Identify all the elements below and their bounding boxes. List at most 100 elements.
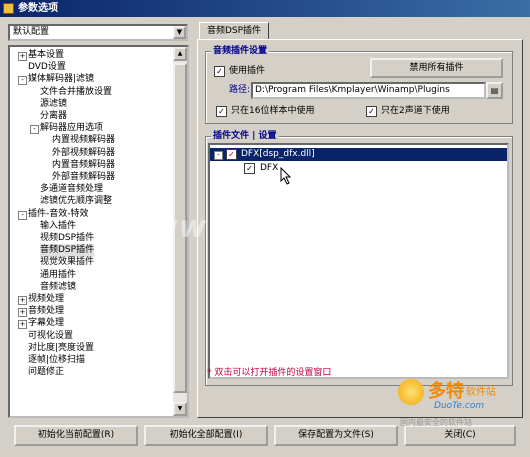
double-click-hint: * 双击可以打开插件的设置窗口 — [207, 368, 332, 378]
only-2ch-checkbox[interactable]: ✓ — [366, 106, 377, 117]
logo-url: DuoTe.com — [434, 401, 485, 411]
app-icon — [3, 3, 14, 14]
expand-icon[interactable]: + — [18, 320, 27, 330]
tree-item[interactable]: 内置音频解码器 — [52, 159, 115, 172]
tree-item[interactable]: 视频处理 — [28, 293, 64, 306]
chevron-down-icon[interactable]: ▼ — [173, 26, 186, 39]
disable-all-plugins-button[interactable]: 禁用所有插件 — [370, 58, 503, 78]
tree-item-label: 媒体解码器|滤镜 — [28, 74, 95, 85]
settings-group-title: 音频插件设置 — [211, 45, 270, 57]
tree-item[interactable]: 内置视频解码器 — [52, 134, 115, 147]
save-config-to-file-button[interactable]: 保存配置为文件(S) — [274, 425, 398, 446]
only-2ch-label: 只在2声道下使用 — [381, 106, 450, 116]
tree-item[interactable]: 音频DSP插件 — [40, 244, 95, 258]
tree-item[interactable]: 视频DSP插件 — [40, 232, 94, 245]
logo-slogan: 国内最安全的软件站 — [400, 418, 472, 427]
only-16bit-checkbox[interactable]: ✓ — [216, 106, 227, 117]
plugin-item-checkbox[interactable]: ✓ — [226, 149, 237, 160]
tree-item[interactable]: 字幕处理 — [28, 317, 64, 330]
use-plugin-label: 使用插件 — [229, 66, 266, 76]
plugin-item-label: DFX[dsp_dfx.dll] — [241, 149, 315, 159]
tree-item[interactable]: 文件合并播放设置 — [40, 86, 112, 99]
plugin-subitem-checkbox[interactable]: ✓ — [244, 163, 255, 174]
tree-item-label: 内置视频解码器 — [52, 135, 116, 146]
tree-item-label: 逐帧|位移扫描 — [28, 355, 86, 365]
use-plugin-checkbox[interactable]: ✓ — [214, 66, 225, 77]
tree-item-label: 字幕处理 — [28, 318, 65, 329]
plugin-list[interactable]: - ✓ DFX[dsp_dfx.dll] ✓ DFX — [208, 143, 509, 379]
init-all-config-button[interactable]: 初始化全部配置(I) — [144, 425, 268, 446]
tree-item[interactable]: 基本设置 — [28, 49, 64, 62]
path-input[interactable]: D:\Program Files\Kmplayer\Winamp\Plugins — [251, 82, 486, 99]
expand-icon[interactable]: + — [18, 296, 27, 305]
init-current-config-button[interactable]: 初始化当前配置(R) — [14, 425, 138, 446]
path-label: 路径: — [229, 85, 251, 95]
tree-item-label: 外部音频解码器 — [52, 172, 116, 182]
tree-item-label: 解码器应用选项 — [40, 123, 104, 134]
tree-item-label: 可视化设置 — [28, 330, 74, 341]
tree-item-label: 分离器 — [40, 111, 68, 121]
tree-item[interactable]: DVD设置 — [28, 61, 66, 74]
tree-item[interactable]: 多通道音频处理 — [40, 183, 103, 196]
tree-item-label: 基本设置 — [28, 50, 65, 60]
tree-item[interactable]: 解码器应用选项 — [40, 122, 103, 135]
collapse-icon[interactable]: - — [18, 76, 27, 86]
only-16bit-label: 只在16位样本中使用 — [231, 106, 315, 116]
watermark-text: www.DuoTe.com — [150, 210, 441, 245]
scroll-up-icon[interactable]: ▲ — [173, 47, 187, 61]
tree-item-label: 滤镜优先顺序调整 — [40, 196, 113, 207]
plugin-item[interactable]: - ✓ DFX[dsp_dfx.dll] — [210, 148, 507, 161]
tree-item-label: 音频处理 — [28, 306, 65, 317]
collapse-icon[interactable]: - — [18, 210, 27, 220]
tree-item[interactable]: 插件-音效-特效 — [28, 208, 89, 221]
tree-item-label: 内置音频解码器 — [52, 159, 116, 170]
tree-item[interactable]: 输入插件 — [40, 220, 76, 233]
tree-item[interactable]: 音频滤镜 — [40, 281, 76, 294]
tree-item-label: 文件合并播放设置 — [40, 86, 113, 97]
tree-item[interactable]: 媒体解码器|滤镜 — [28, 73, 94, 86]
scroll-down-icon[interactable]: ▼ — [173, 402, 187, 416]
files-group-title: 插件文件 | 设置 — [211, 130, 279, 142]
title-bar[interactable]: 参数选项 — [0, 0, 530, 17]
tree-item-label: 视频DSP插件 — [40, 233, 95, 243]
tree-item-label: 源滤镜 — [40, 98, 68, 109]
tree-item[interactable]: 视觉效果插件 — [40, 256, 94, 269]
tree-item-label: DVD设置 — [28, 62, 66, 73]
profile-combo[interactable]: 默认配置 ▼ — [8, 24, 188, 41]
tree-item-label: 对比度|亮度设置 — [28, 342, 95, 353]
tree-item[interactable]: 外部音频解码器 — [52, 171, 115, 184]
tree-item[interactable]: 滤镜优先顺序调整 — [40, 195, 112, 208]
expand-icon[interactable]: + — [18, 308, 27, 318]
tree-item[interactable]: 源滤镜 — [40, 98, 67, 111]
plugin-subitem[interactable]: ✓ DFX — [210, 162, 507, 175]
tree-item[interactable]: 通用插件 — [40, 269, 76, 282]
tree-item[interactable]: 逐帧|位移扫描 — [28, 354, 85, 367]
tree-item-label: 问题修正 — [28, 367, 65, 378]
logo-main: 多特 — [428, 381, 464, 402]
duote-logo: 多特 软件站 DuoTe.com 国内最安全的软件站 — [398, 377, 522, 433]
expand-icon[interactable]: + — [18, 52, 27, 61]
tree-item-label: 外部视频解码器 — [52, 147, 116, 158]
tree-item[interactable]: 分离器 — [40, 110, 67, 123]
mouse-cursor-icon — [280, 167, 292, 185]
tab-audio-dsp[interactable]: 音频DSP插件 — [199, 22, 269, 40]
tree-item[interactable]: 外部视频解码器 — [52, 147, 115, 160]
tree-item[interactable]: 对比度|亮度设置 — [28, 342, 94, 355]
folder-browse-icon[interactable]: ▤ — [486, 82, 503, 99]
plugin-subitem-label: DFX — [260, 163, 279, 173]
window-title: 参数选项 — [18, 3, 58, 14]
tree-item-label: 输入插件 — [40, 220, 77, 231]
tree-item-label: 音频DSP插件 — [40, 245, 95, 256]
tree-item-label: 音频滤镜 — [40, 281, 77, 292]
tree-item[interactable]: 音频处理 — [28, 305, 64, 318]
collapse-icon[interactable]: - — [214, 151, 223, 160]
logo-emblem-icon — [398, 379, 424, 405]
tree-item[interactable]: 可视化设置 — [28, 330, 73, 343]
tree-item[interactable]: 问题修正 — [28, 366, 64, 379]
logo-sub: 软件站 — [466, 387, 496, 398]
collapse-icon[interactable]: - — [30, 125, 39, 135]
tree-item-label: 插件-音效-特效 — [28, 208, 89, 219]
profile-combo-value: 默认配置 — [13, 27, 50, 37]
tree-item-label: 通用插件 — [40, 269, 77, 280]
tree-item-label: 视频处理 — [28, 294, 65, 304]
